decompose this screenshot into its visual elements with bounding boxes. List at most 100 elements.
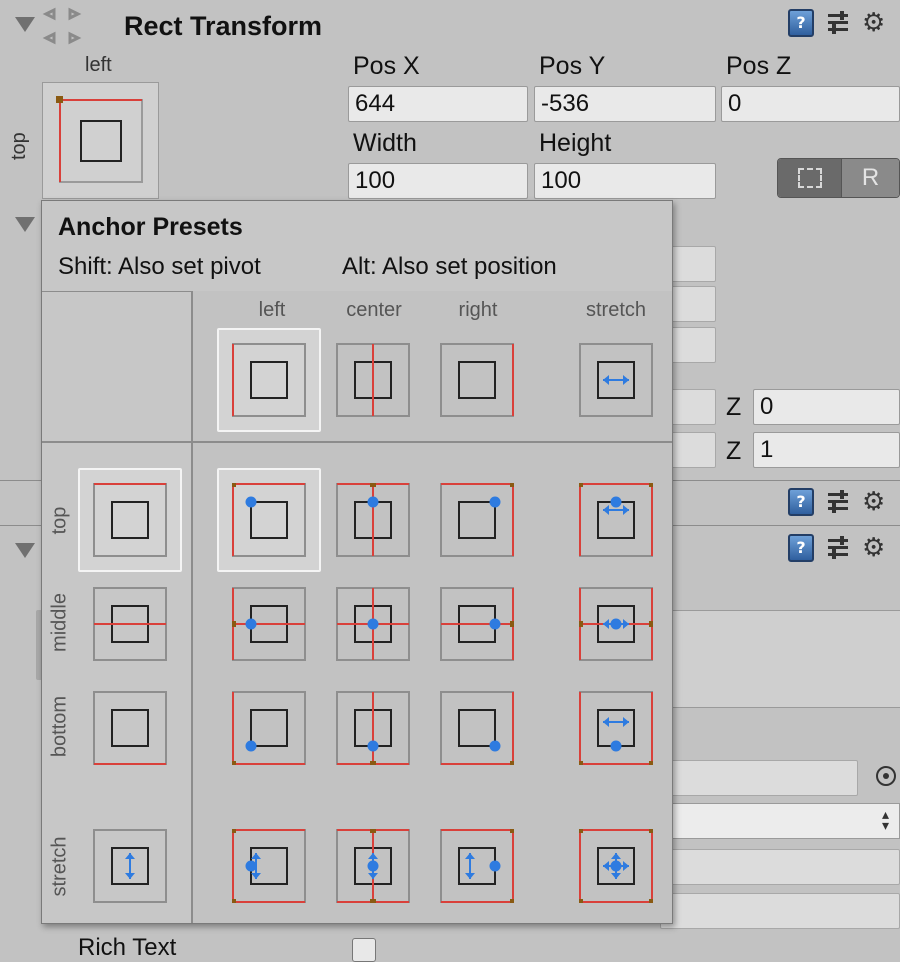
anchor-preset-icon	[93, 587, 167, 661]
help-book-icon[interactable]	[788, 534, 814, 562]
pos-y-label: Pos Y	[539, 52, 606, 80]
blueprint-mode-button[interactable]	[778, 159, 841, 197]
anchor-preset-icon	[232, 587, 306, 661]
object-picker-icon[interactable]	[876, 766, 896, 786]
text-area[interactable]	[660, 610, 900, 708]
anchor-preset-icon	[232, 829, 306, 903]
anchor-preset-icon	[579, 483, 653, 557]
foldout-arrow-icon[interactable]	[15, 217, 35, 232]
anchor-preset-icon	[440, 587, 514, 661]
preset-header-center[interactable]	[336, 343, 410, 417]
hidden-field[interactable]	[660, 893, 900, 929]
preset-stretch-stretch[interactable]	[579, 829, 653, 903]
preset-middle-left[interactable]	[232, 587, 306, 661]
anchor-preset-icon	[336, 587, 410, 661]
gear-icon[interactable]: ⚙	[862, 489, 885, 515]
anchor-preset-button[interactable]	[42, 82, 159, 199]
pos-y-field[interactable]: -536	[534, 86, 716, 122]
preset-header-stretch[interactable]	[579, 343, 653, 417]
pos-x-field[interactable]: 644	[348, 86, 528, 122]
row-header-stretch: stretch	[48, 836, 71, 897]
preset-header-right[interactable]	[440, 343, 514, 417]
preset-bottom-left[interactable]	[232, 691, 306, 765]
shift-hint: Shift: Also set pivot	[58, 253, 261, 280]
anchor-preset-icon	[440, 691, 514, 765]
preset-top-left[interactable]	[232, 483, 306, 557]
gear-icon[interactable]: ⚙	[862, 10, 885, 36]
preset-header-left[interactable]	[232, 343, 306, 417]
hidden-field[interactable]	[660, 849, 900, 885]
preset-stretch-right[interactable]	[440, 829, 514, 903]
anchor-preset-icon	[440, 829, 514, 903]
grid-horizontal-divider	[42, 441, 672, 443]
preset-middle-stretch[interactable]	[579, 587, 653, 661]
object-field[interactable]	[660, 760, 858, 796]
edit-mode-toggle: R	[777, 158, 900, 198]
anchor-preset-icon	[440, 343, 514, 417]
preset-stretch-center[interactable]	[336, 829, 410, 903]
anchor-preset-icon	[336, 691, 410, 765]
help-book-icon[interactable]	[788, 9, 814, 37]
preset-top-stretch[interactable]	[579, 483, 653, 557]
pos-z-label: Pos Z	[726, 52, 792, 80]
component-title: Rect Transform	[124, 11, 323, 41]
preset-row-bottom[interactable]	[93, 691, 167, 765]
z-field[interactable]: 0	[753, 389, 900, 425]
anchor-preview-icon	[56, 96, 143, 183]
column-header-center: center	[346, 299, 402, 321]
preset-bottom-right[interactable]	[440, 691, 514, 765]
anchor-preset-icon	[579, 587, 653, 661]
gear-icon[interactable]: ⚙	[862, 535, 885, 561]
preset-middle-right[interactable]	[440, 587, 514, 661]
rect-transform-icon	[42, 7, 82, 45]
column-header-left: left	[258, 299, 286, 321]
preset-bottom-stretch[interactable]	[579, 691, 653, 765]
grid-vertical-divider	[191, 291, 193, 923]
anchor-preset-icon	[336, 483, 410, 557]
presets-sliders-icon[interactable]	[826, 489, 850, 515]
anchor-preset-icon	[336, 829, 410, 903]
rich-text-label: Rich Text	[78, 934, 177, 961]
anchor-preset-icon	[579, 343, 653, 417]
anchor-preset-icon	[232, 483, 306, 557]
row-header-middle: middle	[48, 593, 71, 652]
height-field[interactable]: 100	[534, 163, 716, 199]
anchor-preset-icon	[93, 691, 167, 765]
popup-title: Anchor Presets	[58, 213, 243, 241]
preset-row-stretch[interactable]	[93, 829, 167, 903]
anchor-preset-icon	[336, 343, 410, 417]
presets-sliders-icon[interactable]	[826, 10, 850, 36]
anchor-horizontal-label: left	[85, 54, 112, 76]
dashed-rect-icon	[797, 168, 822, 188]
raw-edit-button[interactable]: R	[841, 159, 899, 197]
column-header-stretch: stretch	[585, 299, 647, 321]
pos-x-label: Pos X	[353, 52, 420, 80]
presets-sliders-icon[interactable]	[826, 535, 850, 561]
anchor-preset-icon	[232, 691, 306, 765]
anchor-preset-icon	[579, 691, 653, 765]
anchor-vertical-label: top	[8, 132, 30, 160]
preset-stretch-left[interactable]	[232, 829, 306, 903]
foldout-arrow-icon[interactable]	[15, 543, 35, 558]
foldout-arrow-icon[interactable]	[15, 17, 35, 32]
preset-row-middle[interactable]	[93, 587, 167, 661]
z-label: Z	[726, 393, 742, 421]
preset-bottom-center[interactable]	[336, 691, 410, 765]
rich-text-checkbox[interactable]	[352, 938, 376, 962]
preset-top-right[interactable]	[440, 483, 514, 557]
alt-hint: Alt: Also set position	[342, 253, 557, 280]
anchor-presets-popup: Anchor Presets Shift: Also set pivot Alt…	[41, 200, 673, 924]
dropdown-arrows-icon: ▴ ▾	[881, 807, 889, 834]
column-header-right: right	[458, 299, 498, 321]
pos-z-field[interactable]: 0	[721, 86, 900, 122]
preset-top-center[interactable]	[336, 483, 410, 557]
anchor-preset-icon	[93, 483, 167, 557]
width-label: Width	[353, 129, 417, 157]
preset-row-top[interactable]	[93, 483, 167, 557]
dropdown-field[interactable]: ▴ ▾	[660, 803, 900, 839]
width-field[interactable]: 100	[348, 163, 528, 199]
z-field[interactable]: 1	[753, 432, 900, 468]
component-header-icons: ⚙	[788, 534, 885, 562]
preset-middle-center[interactable]	[336, 587, 410, 661]
help-book-icon[interactable]	[788, 488, 814, 516]
